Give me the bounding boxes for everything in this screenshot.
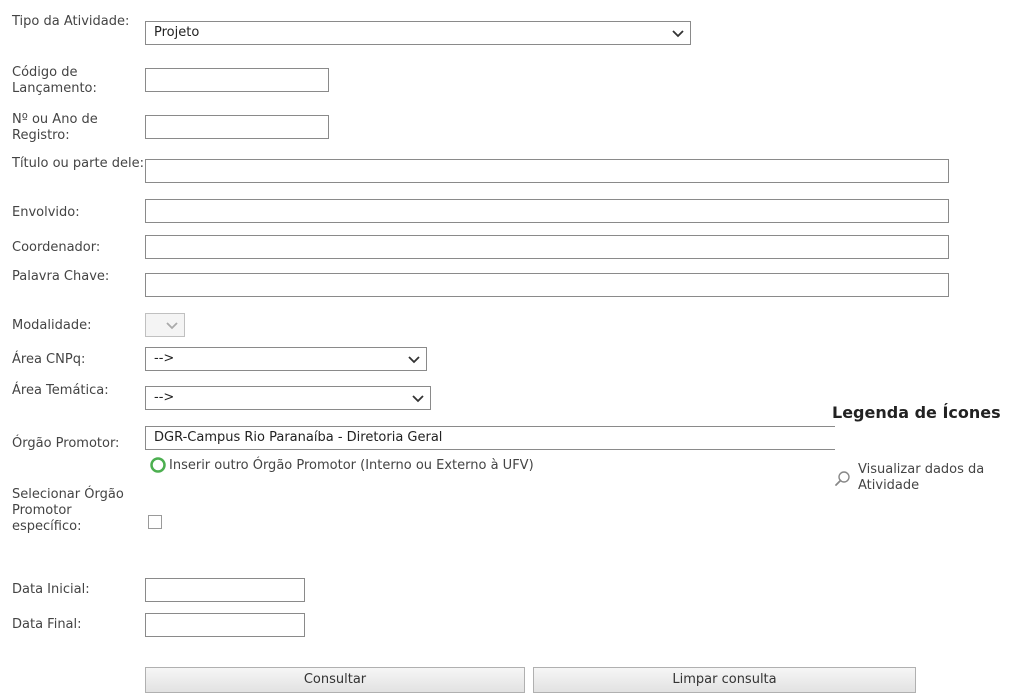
magnifier-icon (835, 471, 850, 486)
codigo-lancamento-label: Código de Lançamento: (12, 65, 97, 96)
inserir-orgao-text: Inserir outro Órgão Promotor (Interno ou… (169, 458, 534, 473)
area-tematica-select[interactable]: --> (145, 386, 431, 410)
numero-registro-input[interactable] (145, 115, 329, 139)
envolvido-label: Envolvido: (12, 205, 80, 220)
area-cnpq-value: --> (154, 351, 175, 366)
data-final-label: Data Final: (12, 617, 82, 632)
limpar-consulta-button[interactable]: Limpar consulta (533, 667, 916, 693)
tipo-atividade-select[interactable]: Projeto (145, 21, 691, 45)
consultar-button[interactable]: Consultar (145, 667, 525, 693)
data-inicial-label: Data Inicial: (12, 582, 90, 597)
titulo-input[interactable] (145, 159, 949, 183)
legend-title: Legenda de Ícones (832, 403, 1001, 422)
orgao-promotor-label: Órgão Promotor: (12, 436, 120, 451)
area-cnpq-select[interactable]: --> (145, 347, 427, 371)
area-tematica-value: --> (154, 390, 175, 405)
legend-item-label: Visualizar dados da Atividade (858, 462, 985, 493)
coordenador-input[interactable] (145, 235, 949, 259)
chevron-down-icon (408, 356, 420, 364)
codigo-lancamento-input[interactable] (145, 68, 329, 92)
orgao-promotor-value: DGR-Campus Rio Paranaíba - Diretoria Ger… (154, 430, 443, 445)
chevron-down-icon (672, 30, 684, 38)
add-circle-icon (150, 457, 166, 473)
data-inicial-input[interactable] (145, 578, 305, 602)
data-final-input[interactable] (145, 613, 305, 637)
palavra-chave-input[interactable] (145, 273, 949, 297)
modalidade-select[interactable] (145, 313, 185, 337)
chevron-down-icon (412, 395, 424, 403)
selecionar-orgao-checkbox[interactable] (148, 515, 162, 529)
orgao-promotor-select[interactable]: DGR-Campus Rio Paranaíba - Diretoria Ger… (145, 426, 835, 450)
inserir-orgao-link[interactable]: Inserir outro Órgão Promotor (Interno ou… (150, 457, 750, 475)
palavra-chave-label: Palavra Chave: (12, 269, 110, 284)
numero-registro-label: Nº ou Ano de Registro: (12, 112, 98, 143)
tipo-atividade-value: Projeto (154, 25, 200, 40)
tipo-atividade-label: Tipo da Atividade: (12, 14, 130, 29)
envolvido-input[interactable] (145, 199, 949, 223)
coordenador-label: Coordenador: (12, 240, 101, 255)
modalidade-label: Modalidade: (12, 318, 92, 333)
selecionar-orgao-label: Selecionar Órgão Promotor específico: (12, 487, 124, 534)
chevron-down-icon (166, 322, 178, 330)
area-cnpq-label: Área CNPq: (12, 352, 86, 367)
area-tematica-label: Área Temática: (12, 383, 109, 398)
titulo-label: Título ou parte dele: (12, 156, 144, 171)
